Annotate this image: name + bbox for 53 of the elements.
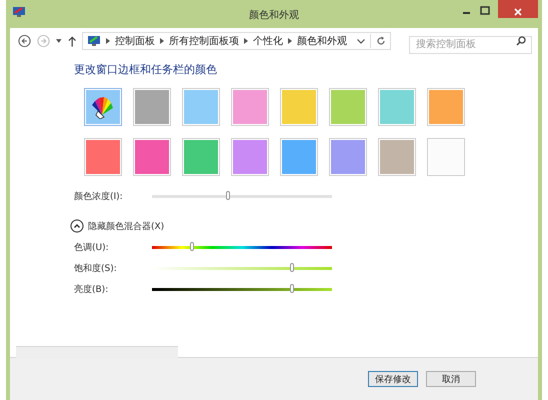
mixer-toggle[interactable]: 隐藏颜色混合器(X) [70, 219, 164, 233]
color-swatch[interactable] [427, 138, 465, 176]
breadcrumb-item[interactable]: 颜色和外观 [297, 34, 348, 48]
slider-thumb[interactable] [190, 242, 194, 251]
color-swatch[interactable] [378, 88, 416, 126]
color-swatch[interactable] [329, 88, 367, 126]
slider-thumb[interactable] [226, 191, 230, 200]
color-swatch[interactable] [329, 138, 367, 176]
window-title: 颜色和外观 [249, 8, 299, 22]
color-swatch[interactable] [133, 138, 171, 176]
maximize-icon[interactable] [480, 6, 490, 16]
color-swatch[interactable] [84, 88, 122, 126]
breadcrumb-item[interactable]: 控制面板 [115, 34, 156, 48]
search-field[interactable]: 搜索控制面板 [409, 36, 532, 54]
slider-label: 亮度(B): [74, 284, 110, 296]
close-icon [513, 7, 523, 17]
dialog-button[interactable]: 取消 [426, 371, 476, 387]
close-button[interactable] [498, 0, 538, 18]
dialog-button[interactable]: 保存修改 [368, 371, 418, 387]
chevron-icon [244, 38, 248, 44]
forward-icon[interactable] [37, 34, 50, 48]
monitor-icon [87, 35, 102, 47]
chevron-icon [160, 38, 164, 44]
chevron-icon [288, 38, 292, 44]
color-fan-icon [90, 95, 116, 119]
chevron-down-icon[interactable] [357, 38, 366, 44]
color-swatch[interactable] [182, 88, 220, 126]
chevron-icon [106, 38, 110, 44]
color-swatch[interactable] [427, 88, 465, 126]
color-swatch[interactable] [133, 88, 171, 126]
slider-thumb[interactable] [290, 263, 294, 272]
slider-label: 饱和度(S): [74, 262, 118, 275]
color-swatch[interactable] [231, 138, 269, 176]
collapse-icon [70, 219, 84, 233]
monitor-icon [12, 6, 26, 18]
breadcrumb-item[interactable]: 个性化 [253, 34, 284, 48]
section-heading: 更改窗口边框和任务栏的颜色 [74, 62, 218, 77]
color-swatch[interactable] [84, 138, 122, 176]
refresh-icon[interactable] [376, 36, 386, 46]
slider-label: 色调(U): [74, 242, 110, 254]
search-icon [516, 36, 526, 46]
up-arrow-icon[interactable] [68, 36, 76, 46]
color-swatch[interactable] [231, 88, 269, 126]
color-swatch[interactable] [378, 138, 416, 176]
slider-label: 颜色浓度(I): [74, 190, 124, 203]
color-swatch[interactable] [182, 138, 220, 176]
color-swatch[interactable] [280, 138, 318, 176]
breadcrumb-item[interactable]: 所有控制面板项 [169, 34, 240, 48]
color-swatch[interactable] [280, 88, 318, 126]
address-bar[interactable]: 控制面板 所有控制面板项 个性化 颜色和外观 [82, 32, 392, 50]
dropdown-icon[interactable] [56, 39, 62, 43]
slider-thumb[interactable] [290, 284, 294, 293]
back-icon[interactable] [18, 34, 32, 48]
